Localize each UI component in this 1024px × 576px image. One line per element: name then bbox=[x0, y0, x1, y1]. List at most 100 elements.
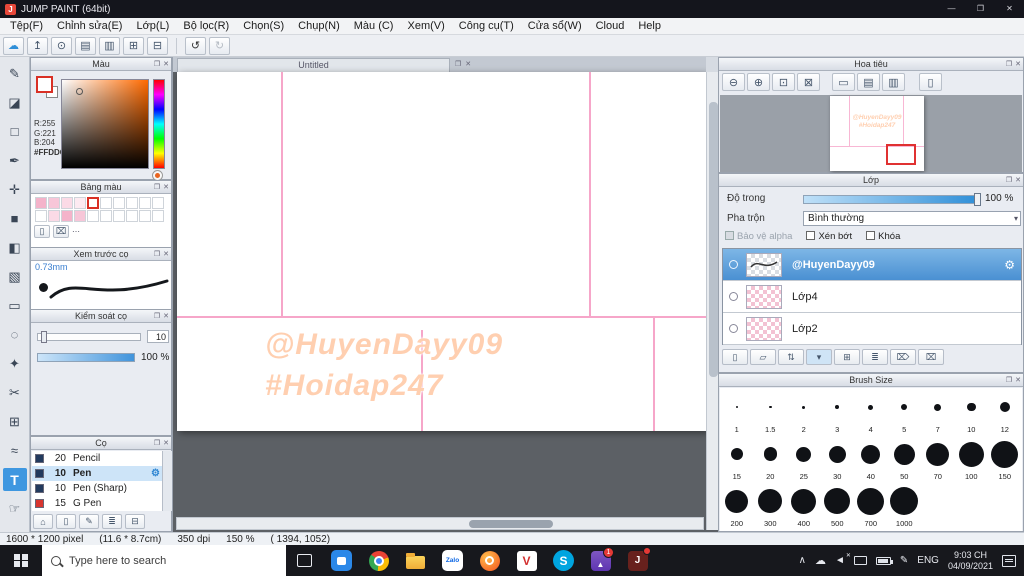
layer-visibility-toggle[interactable] bbox=[729, 324, 738, 333]
rotate-reset-button[interactable]: ▭ bbox=[832, 73, 855, 91]
brush-size-option[interactable]: 40 bbox=[854, 437, 888, 484]
search-input[interactable] bbox=[69, 554, 249, 567]
menu-tools[interactable]: Công cụ(T) bbox=[452, 18, 521, 35]
comment-button[interactable]: ⊙ bbox=[51, 36, 72, 55]
merge-layer-button[interactable]: ≣ bbox=[862, 349, 888, 365]
brush-size-option[interactable]: 70 bbox=[921, 437, 955, 484]
brush-size-option[interactable]: 7 bbox=[921, 390, 955, 437]
palette-swatch[interactable] bbox=[139, 197, 151, 209]
brush-size-option[interactable]: 5 bbox=[888, 390, 922, 437]
menu-cloud[interactable]: Cloud bbox=[589, 18, 632, 35]
text-tool[interactable]: T bbox=[2, 468, 27, 491]
battery-icon[interactable] bbox=[875, 556, 893, 565]
brush-size-option[interactable]: 25 bbox=[787, 437, 821, 484]
brush-size-option[interactable]: 12 bbox=[988, 390, 1022, 437]
spread-view-button[interactable]: ▥ bbox=[882, 73, 905, 91]
tab-float-icon[interactable]: ❐ bbox=[455, 60, 461, 68]
horizontal-scrollbar-thumb[interactable] bbox=[469, 520, 553, 528]
palette-swatch[interactable] bbox=[126, 197, 138, 209]
onedrive-cloud-icon[interactable]: ☁ bbox=[815, 554, 826, 567]
task-view-button[interactable] bbox=[286, 545, 323, 576]
palette-swatch[interactable] bbox=[113, 210, 125, 222]
float-icon[interactable]: ❐ bbox=[154, 181, 160, 194]
undo-button[interactable]: ↺ bbox=[185, 36, 206, 55]
tray-expand-chevron-icon[interactable]: ∧ bbox=[799, 555, 806, 566]
brush-size-option[interactable]: 150 bbox=[988, 437, 1022, 484]
brush-opacity-slider[interactable] bbox=[37, 353, 135, 362]
menu-filter[interactable]: Bộ lọc(R) bbox=[176, 18, 236, 35]
file-explorer-button[interactable] bbox=[397, 545, 434, 576]
layer-type-dropdown[interactable]: ▾ bbox=[806, 349, 832, 365]
close-icon[interactable]: ✕ bbox=[1015, 58, 1021, 71]
brush-row-pen-selected[interactable]: 10 Pen ⚙ bbox=[32, 466, 162, 481]
brush-size-option[interactable]: 50 bbox=[888, 437, 922, 484]
palette-swatch[interactable] bbox=[35, 210, 47, 222]
menu-window[interactable]: Cửa sổ(W) bbox=[521, 18, 589, 35]
palette-swatch[interactable] bbox=[100, 197, 112, 209]
palette-swatch[interactable] bbox=[48, 197, 60, 209]
float-icon[interactable]: ❐ bbox=[154, 58, 160, 71]
menu-file[interactable]: Tệp(F) bbox=[3, 18, 50, 35]
new-layer-button[interactable]: ▯ bbox=[722, 349, 748, 365]
fill-rect-tool[interactable]: ■ bbox=[3, 207, 27, 230]
brush-row-pen-sharp[interactable]: 10 Pen (Sharp) bbox=[32, 481, 162, 496]
brush-home-button[interactable]: ⌂ bbox=[33, 514, 53, 529]
document-tab[interactable]: Untitled bbox=[177, 58, 450, 72]
clock[interactable]: 9:03 CH 04/09/2021 bbox=[948, 550, 993, 571]
foreground-color-swatch[interactable] bbox=[36, 76, 53, 93]
panel-cut-tool[interactable]: ✂ bbox=[3, 381, 27, 404]
close-icon[interactable]: ✕ bbox=[163, 58, 169, 71]
zoom-out-button[interactable]: ⊖ bbox=[722, 73, 745, 91]
pen-tool[interactable]: ✎ bbox=[3, 62, 27, 85]
brush-size-option[interactable]: 20 bbox=[754, 437, 788, 484]
export-button[interactable]: ↥ bbox=[27, 36, 48, 55]
brush-size-option[interactable]: 400 bbox=[787, 484, 821, 531]
float-icon[interactable]: ❐ bbox=[154, 248, 160, 261]
edit-brush-button[interactable]: ✎ bbox=[79, 514, 99, 529]
video-app-button[interactable] bbox=[323, 545, 360, 576]
layer-visibility-toggle[interactable] bbox=[729, 260, 738, 269]
shape-brush-tool[interactable]: □ bbox=[3, 120, 27, 143]
brush-size-value[interactable]: 10 bbox=[147, 330, 169, 343]
menu-view[interactable]: Xem(V) bbox=[400, 18, 451, 35]
palette-swatch[interactable] bbox=[113, 197, 125, 209]
brush-size-option[interactable]: 1000 bbox=[888, 484, 922, 531]
fit-window-button[interactable]: ⊡ bbox=[772, 73, 795, 91]
brush-row-gpen[interactable]: 15 G Pen bbox=[32, 496, 162, 511]
float-icon[interactable]: ❐ bbox=[1006, 58, 1012, 71]
language-indicator[interactable]: ENG bbox=[917, 555, 939, 566]
palette-swatch[interactable] bbox=[139, 210, 151, 222]
float-icon[interactable]: ❐ bbox=[154, 437, 160, 450]
brush-list-scrollbar[interactable] bbox=[162, 451, 172, 511]
material-button[interactable]: ⊟ bbox=[147, 36, 168, 55]
close-icon[interactable]: ✕ bbox=[1015, 374, 1021, 387]
layer-row-selected[interactable]: @HuyenDayy09 ⚙ bbox=[723, 249, 1021, 281]
pages-button[interactable]: ▥ bbox=[99, 36, 120, 55]
close-button[interactable]: ✕ bbox=[995, 0, 1024, 18]
curve-tool[interactable]: ≈ bbox=[3, 439, 27, 462]
gradient-tool[interactable]: ▧ bbox=[3, 265, 27, 288]
eraser-tool[interactable]: ◪ bbox=[3, 91, 27, 114]
new-folder-button[interactable]: ⊞ bbox=[834, 349, 860, 365]
hue-slider[interactable] bbox=[153, 79, 165, 169]
zoom-in-button[interactable]: ⊕ bbox=[747, 73, 770, 91]
brush-size-slider[interactable] bbox=[37, 333, 141, 341]
delete-layer-button[interactable]: ⌧ bbox=[918, 349, 944, 365]
start-button[interactable] bbox=[0, 545, 42, 576]
move-tool[interactable]: ✛ bbox=[3, 178, 27, 201]
flip-horizontal-button[interactable]: ▤ bbox=[857, 73, 880, 91]
taskbar-search[interactable] bbox=[42, 545, 286, 576]
brush-list-view-button[interactable]: ≣ bbox=[102, 514, 122, 529]
opacity-slider[interactable] bbox=[803, 193, 981, 206]
clipping-checkbox[interactable]: Xén bớt bbox=[806, 231, 852, 242]
nib-tool[interactable]: ✒ bbox=[3, 149, 27, 172]
layer-row[interactable]: Lớp2 bbox=[723, 313, 1021, 345]
action-center-icon[interactable] bbox=[1002, 554, 1016, 567]
layer-row[interactable]: Lớp4 bbox=[723, 281, 1021, 313]
frame-tool[interactable]: ⊞ bbox=[3, 410, 27, 433]
brush-size-option[interactable]: 30 bbox=[821, 437, 855, 484]
bucket-tool[interactable]: ◧ bbox=[3, 236, 27, 259]
layer-settings-gear-icon[interactable]: ⚙ bbox=[1004, 258, 1015, 272]
palette-swatch[interactable] bbox=[152, 197, 164, 209]
close-icon[interactable]: ✕ bbox=[163, 310, 169, 323]
